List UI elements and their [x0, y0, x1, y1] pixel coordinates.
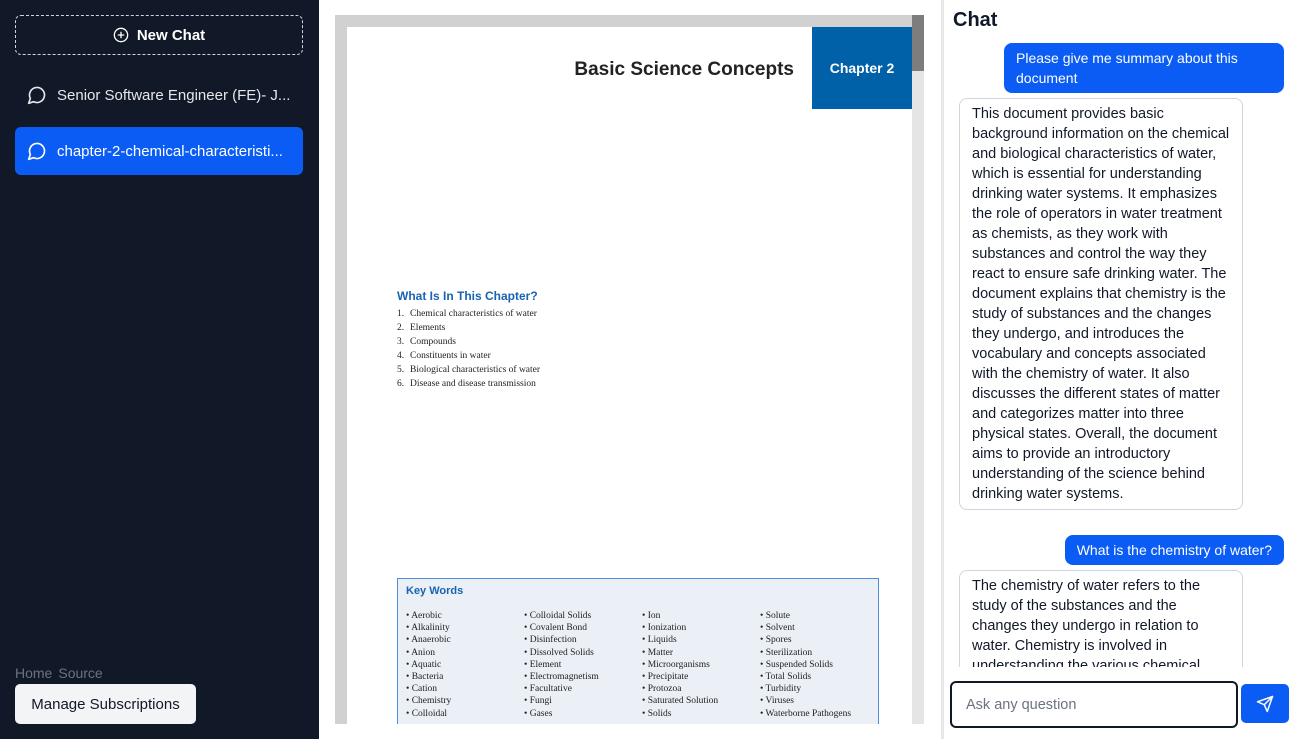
chat-bubble-icon [27, 142, 46, 161]
list-item: 1. Chemical characteristics of water [397, 309, 537, 319]
list-item: 5. Biological characteristics of water [397, 365, 541, 375]
chat-panel: Chat Please give me summary about this d… [941, 0, 1296, 739]
pdf-scrollbar[interactable] [912, 15, 924, 724]
chapter-contents-list: 1. Chemical characteristics of water 2. El… [397, 307, 540, 391]
message-list[interactable]: Please give me summary about this docume… [944, 42, 1296, 667]
source-link[interactable]: Source [58, 665, 102, 681]
list-item: 6. Disease and disease transmission [397, 379, 536, 389]
key-words-column: AerobicAlkalinityAnaerobic AnionAquaticB… [406, 610, 524, 720]
key-words-columns: AerobicAlkalinityAnaerobic AnionAquaticB… [406, 610, 878, 720]
new-chat-button[interactable]: New Chat [15, 15, 303, 55]
sidebar: New Chat Senior Software Engineer (FE)- … [0, 0, 319, 739]
chat-title: Chat [953, 9, 998, 31]
assistant-message: The chemistry of water refers to the stu… [959, 570, 1243, 667]
pdf-frame[interactable]: Basic Science Concepts Chapter 2 What Is… [335, 15, 924, 724]
chapter-contents-heading: What Is In This Chapter? [397, 289, 538, 303]
chat-item-label: chapter-2-chemical-characteristi... [57, 142, 283, 160]
key-words-column: IonIonizationLiquids MatterMicroorganism… [642, 610, 760, 720]
chapter-tab: Chapter 2 [812, 27, 912, 109]
chat-item-label: Senior Software Engineer (FE)- J... [57, 86, 291, 104]
list-item: 2. Elements [397, 323, 446, 333]
user-message: Please give me summary about this docume… [1004, 43, 1284, 93]
plus-circle-icon [113, 27, 129, 43]
key-words-column: Colloidal SolidsCovalent BondDisinfectio… [524, 610, 642, 720]
question-input-wrapper [950, 681, 1238, 728]
list-item: 4. Constituents in water [397, 351, 491, 361]
manage-subscriptions-button[interactable]: Manage Subscriptions [15, 684, 196, 724]
chat-item-senior-software-engineer[interactable]: Senior Software Engineer (FE)- J... [15, 71, 303, 119]
key-words-heading: Key Words [406, 585, 464, 597]
send-button[interactable] [1241, 684, 1289, 723]
document-title: Basic Science Concepts [574, 59, 794, 80]
chat-item-chapter-2[interactable]: chapter-2-chemical-characteristi... [15, 127, 303, 175]
list-item: 3. Compounds [397, 337, 456, 347]
chat-bubble-icon [27, 86, 46, 105]
pdf-page: Basic Science Concepts Chapter 2 What Is… [347, 27, 912, 724]
footer-links: Home Source [15, 665, 103, 681]
pdf-scroll-thumb[interactable] [912, 15, 924, 71]
assistant-message: This document provides basic background … [959, 98, 1243, 510]
user-message: What is the chemistry of water? [1064, 535, 1284, 565]
send-icon [1256, 695, 1274, 712]
key-words-box: Key Words AerobicAlkalinityAnaerobic Ani… [397, 578, 879, 724]
key-words-column: SoluteSolventSpores SterilizationSuspend… [760, 610, 878, 720]
home-link[interactable]: Home [15, 665, 52, 681]
question-input[interactable] [952, 683, 1236, 726]
new-chat-label: New Chat [136, 26, 206, 44]
document-viewer: Basic Science Concepts Chapter 2 What Is… [319, 0, 941, 739]
